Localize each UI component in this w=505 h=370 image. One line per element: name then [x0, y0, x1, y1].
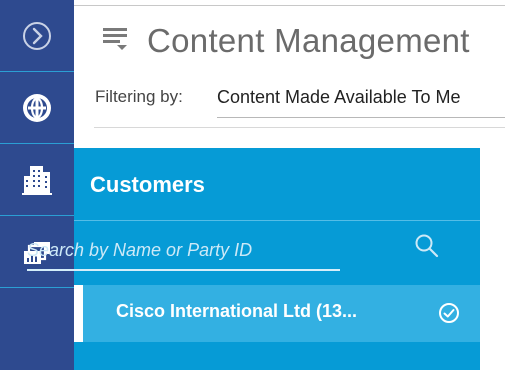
rail-item-globe[interactable]	[0, 72, 74, 144]
customers-title: Customers	[90, 172, 205, 197]
customer-search-input[interactable]	[27, 231, 340, 271]
chevron-right-circle-icon	[23, 21, 51, 50]
top-divider	[74, 5, 505, 6]
left-nav-rail	[0, 0, 74, 370]
rail-item-customers[interactable]	[0, 144, 74, 216]
row-gap	[74, 285, 83, 342]
customer-result-row[interactable]: Cisco International Ltd (13...	[83, 285, 480, 342]
building-icon	[22, 165, 52, 195]
check-circle-icon[interactable]	[437, 301, 461, 325]
globe-icon	[23, 93, 51, 122]
customer-result-label: Cisco International Ltd (13...	[116, 301, 358, 321]
page-title: Content Management	[147, 22, 470, 59]
filter-label: Filtering by:	[95, 87, 183, 106]
filter-select[interactable]: Content Made Available To Me	[217, 87, 461, 108]
rail-item-expand[interactable]	[0, 0, 74, 72]
filter-underline	[217, 117, 505, 118]
menu-list-icon[interactable]	[103, 28, 131, 52]
customers-panel-header: Customers	[74, 148, 480, 221]
content-divider	[94, 127, 505, 128]
search-icon[interactable]	[414, 233, 440, 259]
